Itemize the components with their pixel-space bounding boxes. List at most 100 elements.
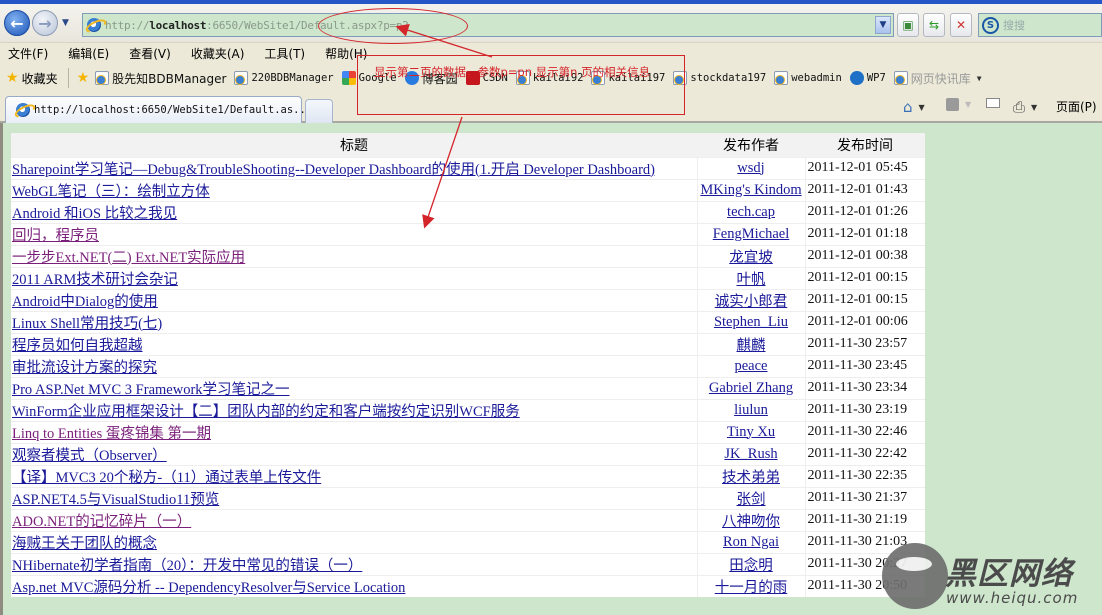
article-title-link[interactable]: Asp.net MVC源码分析 -- DependencyResolver与Se… [12, 580, 405, 596]
author-cell: 田念明 [696, 552, 806, 575]
new-tab-button[interactable] [305, 99, 333, 123]
author-cell: peace [696, 354, 806, 377]
refresh-button[interactable]: ⇆ [923, 13, 945, 37]
search-box[interactable]: S 搜搜 [978, 13, 1102, 37]
add-to-favorites-icon[interactable]: ★ [77, 70, 90, 86]
article-title-link[interactable]: Android 和iOS 比较之我见 [12, 206, 177, 222]
article-title-link[interactable]: ADO.NET的记忆碎片（一） [12, 514, 191, 530]
author-link[interactable]: 张剑 [737, 492, 766, 508]
publish-time: 2011-12-01 00:15 [805, 266, 925, 289]
author-link[interactable]: liulun [734, 402, 768, 418]
article-title-link[interactable]: 一步步Ext.NET(二) Ext.NET实际应用 [12, 250, 245, 266]
print-button[interactable]: ⎙ ▼ [1013, 98, 1037, 116]
address-bar[interactable]: http://localhost:6650/WebSite1/Default.a… [82, 13, 894, 37]
article-title-link[interactable]: ASP.NET4.5与VisualStudio11预览 [12, 492, 219, 508]
favorite-link[interactable]: 股先知BDBManager [95, 70, 226, 87]
author-link[interactable]: JK_Rush [724, 446, 777, 462]
tab-active[interactable]: http://localhost:6650/WebSite1/Default.a… [5, 96, 312, 123]
address-dropdown-button[interactable]: ▼ [875, 16, 891, 34]
favorite-link[interactable]: WP7 [849, 71, 886, 85]
menu-edit[interactable]: 编辑(E) [68, 45, 109, 62]
ie-page-icon [16, 103, 30, 117]
stop-button[interactable]: ✕ [950, 13, 972, 37]
recent-pages-dropdown[interactable]: ▼ [62, 18, 69, 28]
search-input[interactable]: 搜搜 [1003, 17, 1025, 33]
author-link[interactable]: 技术弟弟 [722, 470, 780, 486]
publish-time: 2011-12-01 01:18 [805, 222, 925, 245]
author-cell: 叶帆 [696, 266, 806, 289]
article-title-link[interactable]: WebGL笔记（三）：绘制立方体 [12, 184, 210, 200]
table-row: ADO.NET的记忆碎片（一） 八神吻你 2011-11-30 21:19 [11, 508, 925, 531]
title-cell: 观察者模式（Observer） [11, 442, 697, 465]
compatibility-view-button[interactable]: ▣ [897, 13, 919, 37]
author-link[interactable]: Stephen_Liu [714, 314, 788, 330]
table-row: 审批流设计方案的探究 peace 2011-11-30 23:45 [11, 354, 925, 377]
author-link[interactable]: 麒麟 [737, 338, 766, 354]
menu-file[interactable]: 文件(F) [8, 45, 48, 62]
author-link[interactable]: 龙宜坡 [729, 250, 773, 266]
chevron-down-icon: ▼ [918, 102, 925, 112]
author-link[interactable]: peace [735, 358, 768, 374]
favorite-link[interactable]: 网页快讯库 ▼ [893, 70, 982, 87]
article-title-link[interactable]: 回归，程序员 [12, 228, 99, 244]
menu-view[interactable]: 查看(V) [129, 45, 171, 62]
author-cell: tech.cap [696, 200, 806, 223]
forward-button[interactable]: → [32, 10, 58, 36]
page-menu-button[interactable]: 页面(P) [1056, 98, 1097, 115]
author-link[interactable]: 田念明 [729, 558, 773, 574]
article-title-link[interactable]: 审批流设计方案的探究 [12, 360, 157, 376]
author-link[interactable]: Tiny Xu [727, 424, 775, 440]
article-title-link[interactable]: 观察者模式（Observer） [12, 448, 167, 464]
favorite-link[interactable]: 220BDBManager [234, 71, 334, 85]
stop-icon: ✕ [955, 18, 967, 32]
author-link[interactable]: MKing's Kindom [700, 182, 801, 198]
page-content: 标题 发布作者 发布时间 Sharepoint学习笔记—Debug&Troubl… [0, 123, 1102, 615]
table-row: Linux Shell常用技巧(七) Stephen_Liu 2011-12-01 … [11, 310, 925, 333]
article-title-link[interactable]: 【译】MVC3 20个秘方-（11）通过表单上传文件 [12, 470, 321, 486]
feeds-button[interactable]: ▼ [946, 98, 971, 111]
favorite-link[interactable]: stockdata197 [673, 71, 766, 85]
article-title-link[interactable]: NHibernate初学者指南（20）：开发中常见的错误（一） [12, 558, 362, 574]
author-link[interactable]: tech.cap [727, 204, 775, 220]
author-link[interactable]: 叶帆 [737, 272, 766, 288]
author-link[interactable]: wsdj [737, 160, 764, 176]
author-link[interactable]: 八神吻你 [722, 514, 780, 530]
article-title-link[interactable]: Sharepoint学习笔记—Debug&TroubleShooting--De… [12, 162, 655, 178]
publish-time: 2011-11-30 23:34 [805, 376, 925, 399]
table-row: 海贼王关于团队的概念 Ron Ngai 2011-11-30 21:03 [11, 530, 925, 553]
author-link[interactable]: 诚实小郎君 [715, 294, 788, 310]
author-link[interactable]: FengMichael [713, 226, 790, 242]
title-cell: 回归，程序员 [11, 222, 697, 245]
home-button[interactable]: ⌂ ▼ [903, 98, 925, 116]
star-icon: ★ [6, 70, 19, 86]
article-title-link[interactable]: 海贼王关于团队的概念 [12, 536, 157, 552]
article-title-link[interactable]: Pro ASP.Net MVC 3 Framework学习笔记之一 [12, 382, 290, 398]
author-link[interactable]: 十一月的雨 [715, 580, 788, 596]
article-title-link[interactable]: 程序员如何自我超越 [12, 338, 143, 354]
watermark-logo [882, 543, 948, 609]
article-title-link[interactable]: WinForm企业应用框架设计【二】团队内部的约定和客户端按约定识别WCF服务 [12, 404, 520, 420]
publish-time: 2011-11-30 23:19 [805, 398, 925, 421]
title-cell: 【译】MVC3 20个秘方-（11）通过表单上传文件 [11, 464, 697, 487]
table-row: WinForm企业应用框架设计【二】团队内部的约定和客户端按约定识别WCF服务 l… [11, 398, 925, 421]
table-row: 2011 ARM技术研讨会杂记 叶帆 2011-12-01 00:15 [11, 266, 925, 289]
publish-time: 2011-11-30 21:19 [805, 508, 925, 531]
read-mail-button[interactable] [986, 98, 1000, 108]
favorites-button[interactable]: ★ 收藏夹 [6, 70, 58, 87]
publish-time: 2011-11-30 23:45 [805, 354, 925, 377]
back-button[interactable]: ← [4, 10, 30, 36]
column-header-time: 发布时间 [805, 133, 925, 157]
article-title-link[interactable]: Android中Dialog的使用 [12, 294, 158, 310]
menu-favorites[interactable]: 收藏夹(A) [191, 45, 245, 62]
table-row: Asp.net MVC源码分析 -- DependencyResolver与Se… [11, 574, 925, 597]
author-link[interactable]: Gabriel Zhang [709, 380, 793, 396]
table-row: 观察者模式（Observer） JK_Rush 2011-11-30 22:42 [11, 442, 925, 465]
title-cell: NHibernate初学者指南（20）：开发中常见的错误（一） [11, 552, 697, 575]
menu-tools[interactable]: 工具(T) [264, 45, 305, 62]
author-link[interactable]: Ron Ngai [723, 534, 779, 550]
article-title-link[interactable]: Linq to Entities 蛋疼锦集 第一期 [12, 426, 211, 442]
article-title-link[interactable]: 2011 ARM技术研讨会杂记 [12, 272, 178, 288]
favorite-link[interactable]: webadmin [774, 71, 842, 85]
table-row: Sharepoint学习笔记—Debug&TroubleShooting--De… [11, 156, 925, 179]
article-title-link[interactable]: Linux Shell常用技巧(七) [12, 316, 162, 332]
